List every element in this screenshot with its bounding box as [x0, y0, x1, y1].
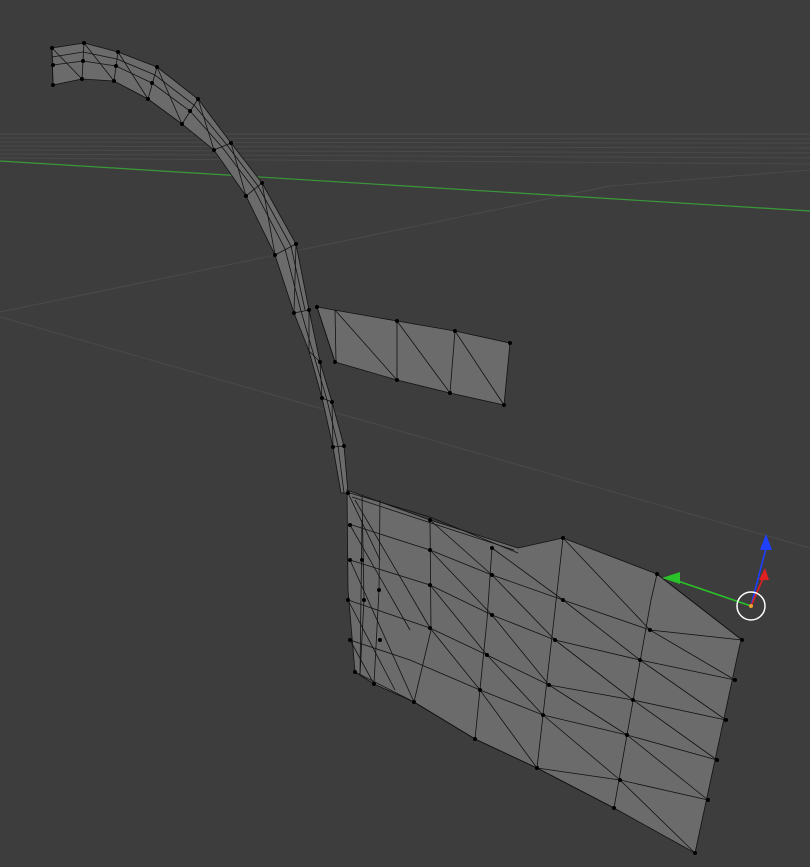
- origin-dot-icon: [749, 604, 753, 608]
- 3d-viewport[interactable]: [0, 0, 810, 867]
- mesh-stem[interactable]: [51, 42, 349, 494]
- y-axis-line: [0, 160, 810, 212]
- mesh-flag-panel[interactable]: [316, 306, 511, 406]
- mesh-base-panel[interactable]: [346, 489, 743, 854]
